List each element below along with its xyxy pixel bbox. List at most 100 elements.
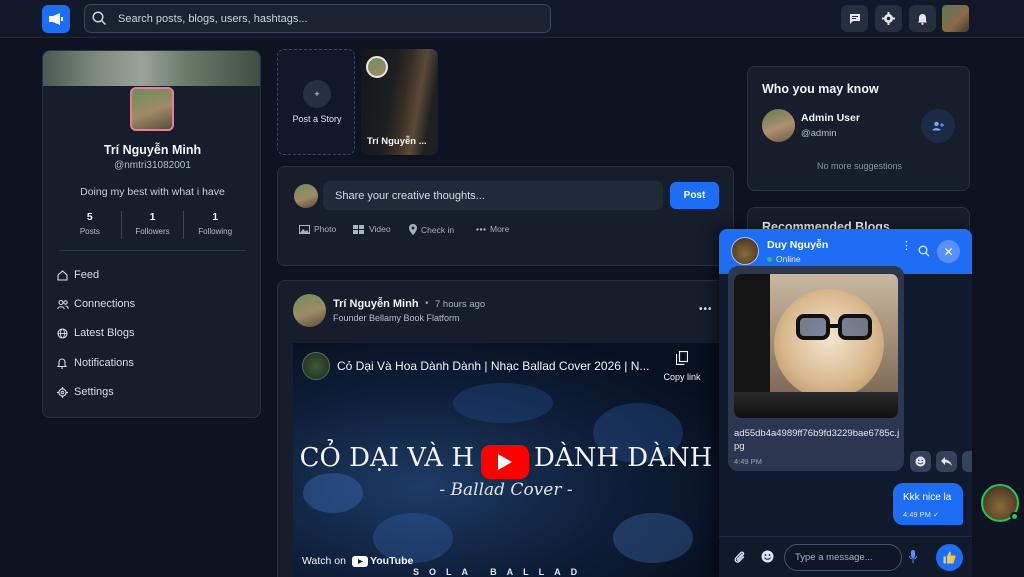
chat-contact-name[interactable]: Duy Nguyễn — [767, 239, 828, 251]
reply-icon — [941, 457, 952, 466]
forward-button[interactable] — [962, 451, 972, 472]
location-icon — [409, 224, 417, 235]
post-author-avatar[interactable] — [293, 294, 326, 327]
users-icon — [57, 299, 69, 310]
video-button[interactable]: Video — [353, 224, 391, 234]
profile-username: @nmtri31082001 — [114, 160, 191, 171]
post-button[interactable]: Post — [670, 182, 719, 209]
action-label: Check in — [421, 224, 455, 235]
home-icon — [57, 269, 69, 281]
video-overlay-subtitle: - Ballad Cover - — [439, 480, 573, 500]
nav-label: Settings — [74, 386, 114, 398]
post-time: 7 hours ago — [435, 299, 486, 310]
chat-close-button[interactable]: ✕ — [937, 240, 960, 263]
thumbs-up-icon — [943, 551, 956, 564]
bell-icon — [57, 357, 69, 369]
like-button[interactable] — [936, 544, 963, 571]
user-plus-icon — [932, 121, 944, 131]
status-label: Online — [776, 254, 801, 264]
story-card[interactable]: Trí Nguyễn ... — [361, 49, 438, 155]
no-more-suggestions: No more suggestions — [816, 161, 903, 171]
floating-chat-head[interactable] — [981, 484, 1019, 522]
nav-item-feed[interactable]: Feed — [57, 266, 99, 284]
logo-icon[interactable] — [42, 5, 70, 33]
who-you-may-know-card: Who you may know Admin User @admin No mo… — [747, 66, 970, 191]
message-filename: ad55db4a4989ff76b9fd3229bae6785c.jpg — [734, 428, 900, 452]
message-time: 4:49 PM ✓ — [903, 510, 940, 519]
gear-icon — [882, 12, 895, 25]
notifications-button[interactable] — [909, 5, 936, 32]
chat-window: Duy Nguyễn Online ⋮ ✕ ad55db4a4989ff76b9… — [719, 229, 972, 577]
nav-item-latest-blogs[interactable]: Latest Blogs — [57, 324, 135, 342]
video-icon — [353, 225, 364, 234]
profile-avatar[interactable] — [130, 87, 174, 131]
channel-avatar[interactable] — [302, 352, 330, 380]
video-bottom-text: SOLA BALLAD — [413, 567, 588, 577]
message-image[interactable] — [734, 274, 898, 418]
action-label: More — [490, 224, 510, 234]
composer-input[interactable] — [323, 181, 663, 210]
nav-item-connections[interactable]: Connections — [57, 295, 135, 313]
stat-following[interactable]: 1 Following — [183, 211, 246, 239]
search-icon[interactable] — [918, 245, 930, 257]
post-more-button[interactable]: ••• — [699, 304, 713, 315]
watch-on-youtube[interactable]: Watch on YouTube — [302, 555, 413, 567]
profile-bio: Doing my best with what i have — [80, 186, 225, 198]
action-label: Video — [369, 224, 391, 234]
photo-button[interactable]: Photo — [299, 224, 336, 234]
chat-menu-button[interactable]: ⋮ — [901, 241, 912, 252]
message-icon — [849, 13, 860, 24]
copy-link-button[interactable]: Copy link — [659, 350, 705, 382]
post-story-card[interactable]: + Post a Story — [277, 49, 355, 155]
paperclip-icon[interactable] — [734, 550, 745, 564]
youtube-label: YouTube — [369, 555, 414, 567]
more-button[interactable]: More — [476, 224, 509, 234]
divider — [59, 250, 246, 251]
youtube-embed[interactable]: Cỏ Dại Và Hoa Dành Dành | Nhạc Ballad Co… — [293, 343, 719, 577]
suggestion-name[interactable]: Admin User — [801, 112, 860, 124]
chat-composer — [719, 536, 972, 577]
profile-name[interactable]: Trí Nguyễn Minh — [43, 143, 260, 157]
nav-label: Connections — [74, 298, 136, 310]
post-author-subtitle: Founder Bellamy Book Flatform — [333, 313, 460, 323]
message-text: Kkk nice la — [903, 492, 952, 503]
incoming-message[interactable]: ad55db4a4989ff76b9fd3229bae6785c.jpg 4:4… — [728, 266, 904, 471]
nav-label: Latest Blogs — [74, 327, 135, 339]
nav-label: Notifications — [74, 357, 134, 369]
nav-item-settings[interactable]: Settings — [57, 383, 114, 401]
add-friend-button[interactable] — [921, 109, 955, 143]
settings-button[interactable] — [875, 5, 902, 32]
emoji-icon[interactable] — [761, 550, 774, 563]
story-name: Trí Nguyễn ... — [367, 136, 427, 147]
post-composer: Post Photo Video Check in More — [277, 166, 734, 266]
user-avatar[interactable] — [942, 5, 969, 32]
stat-label: Followers — [135, 227, 170, 236]
stat-followers[interactable]: 1 Followers — [120, 211, 184, 239]
online-dot — [767, 256, 772, 262]
chat-contact-avatar[interactable] — [731, 237, 759, 265]
react-button[interactable] — [910, 451, 931, 472]
outgoing-message[interactable]: Kkk nice la 4:49 PM ✓ — [893, 483, 963, 525]
search-input[interactable] — [118, 8, 538, 30]
stat-label: Posts — [79, 227, 100, 236]
play-button[interactable] — [481, 445, 529, 479]
search-icon — [92, 11, 107, 26]
profile-cover-image — [43, 51, 260, 86]
search-bar[interactable] — [84, 4, 551, 33]
youtube-icon — [351, 555, 368, 567]
message-input[interactable] — [784, 544, 902, 571]
nav-item-notifications[interactable]: Notifications — [57, 354, 134, 372]
overlay-title-part: DÀNH DÀNH — [534, 443, 713, 473]
messages-button[interactable] — [841, 5, 868, 32]
post-story-label: Post a Story — [292, 114, 342, 124]
microphone-icon[interactable] — [909, 550, 917, 563]
check-in-button[interactable]: Check in — [409, 224, 454, 235]
post-author-name[interactable]: Trí Nguyễn Minh — [333, 298, 419, 310]
online-dot — [1010, 512, 1019, 521]
plus-icon[interactable]: + — [303, 80, 331, 108]
reply-button[interactable] — [936, 451, 957, 472]
suggestion-avatar[interactable] — [762, 109, 795, 142]
action-label: Photo — [314, 224, 337, 234]
stat-posts[interactable]: 5 Posts — [59, 211, 121, 239]
video-title[interactable]: Cỏ Dại Và Hoa Dành Dành | Nhạc Ballad Co… — [337, 359, 649, 373]
